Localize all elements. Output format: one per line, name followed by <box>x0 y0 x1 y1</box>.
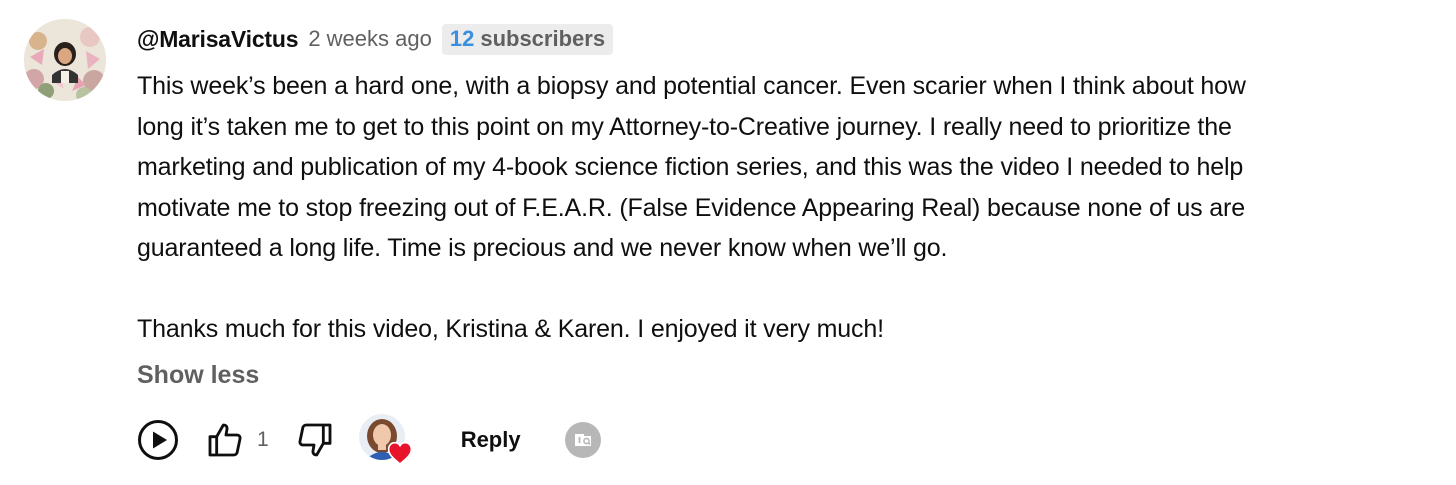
comment-thread: @MarisaVictus 2 weeks ago 12 subscribers… <box>0 0 1456 485</box>
comment-line: Thanks much for this video, Kristina & K… <box>137 315 884 343</box>
comment-line: guaranteed a long life. Time is precious… <box>137 234 948 262</box>
heart-icon <box>387 441 413 470</box>
like-count: 1 <box>257 428 269 451</box>
translate-icon[interactable] <box>564 422 601 458</box>
paragraph-break <box>137 269 1437 310</box>
comment-actions: 1 Reply <box>137 410 601 470</box>
author-avatar[interactable] <box>24 19 106 101</box>
show-less-button[interactable]: Show less <box>137 361 259 390</box>
reply-button[interactable]: Reply <box>461 427 521 453</box>
comment-text: This week’s been a hard one, with a biop… <box>137 66 1437 350</box>
play-circle-icon[interactable] <box>137 419 179 461</box>
comment-line: motivate me to stop freezing out of F.E.… <box>137 193 1245 222</box>
subscriber-label: subscribers <box>480 25 606 51</box>
comment-body: @MarisaVictus 2 weeks ago 12 subscribers… <box>137 22 1437 390</box>
subscriber-count: 12 <box>449 25 475 51</box>
subscriber-count-badge: 12 subscribers <box>441 23 614 55</box>
comment-line: long it’s taken me to get to this point … <box>137 112 1232 141</box>
comment-header: @MarisaVictus 2 weeks ago 12 subscribers <box>137 22 1437 56</box>
comment-timestamp[interactable]: 2 weeks ago <box>308 26 432 52</box>
thumbs-down-icon[interactable] <box>295 420 335 460</box>
comment-line: This week’s been a hard one, with a biop… <box>137 72 1246 100</box>
creator-heart-badge <box>358 414 412 466</box>
thumbs-up-icon[interactable] <box>205 420 245 460</box>
comment-line: marketing and publication of my 4-book s… <box>137 153 1244 181</box>
author-name[interactable]: @MarisaVictus <box>137 26 299 53</box>
